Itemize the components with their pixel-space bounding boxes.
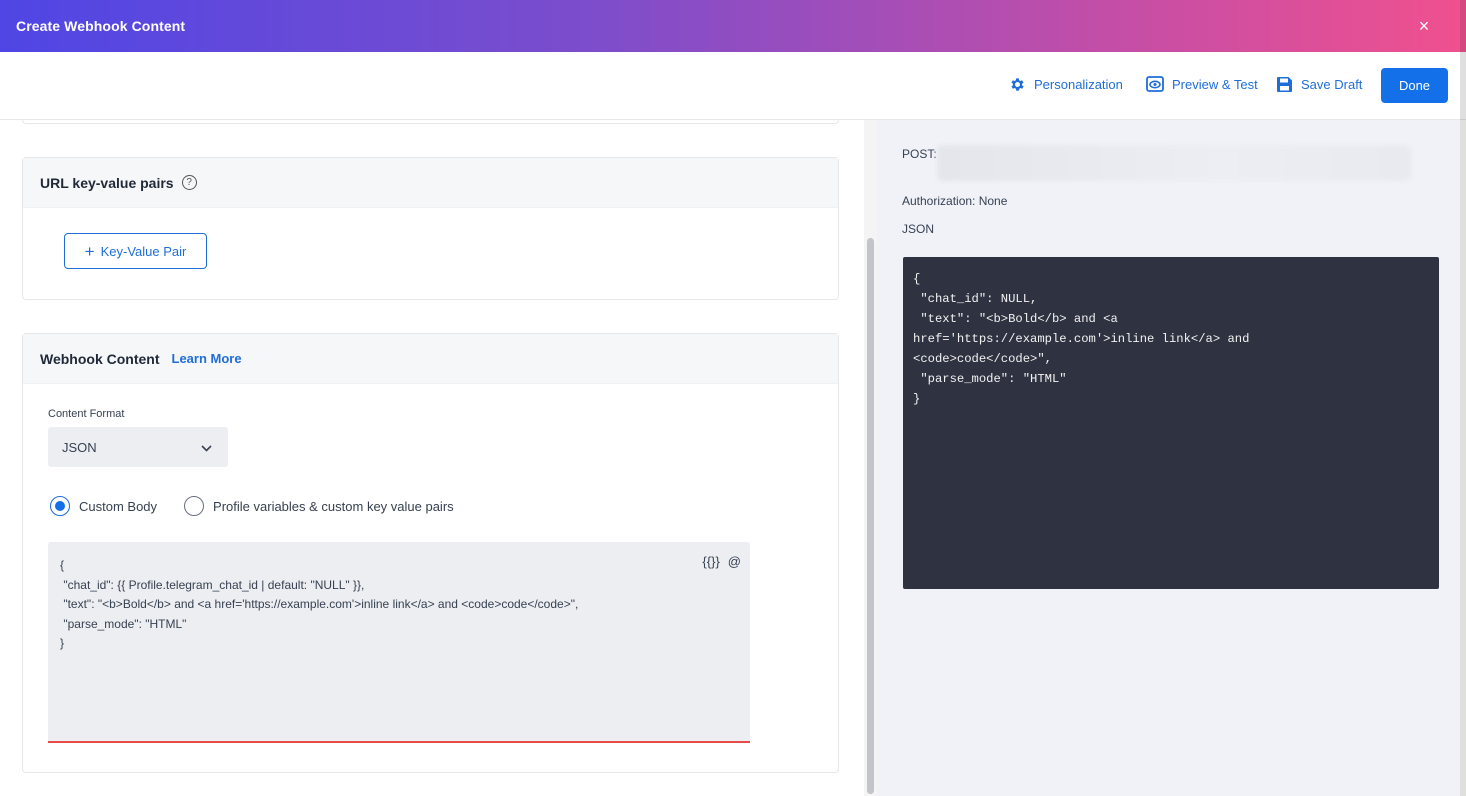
radio-profile-variables[interactable]: Profile variables & custom key value pai… [184,496,454,516]
preview-test-label: Preview & Test [1172,76,1258,92]
radio-custom-body-label: Custom Body [79,498,158,514]
code-line: "chat_id": NULL, [913,292,1038,306]
done-button[interactable]: Done [1381,68,1448,103]
content-format-label: Content Format [48,408,125,420]
format-text: JSON [902,222,935,236]
code-line: "text": "<b>Bold</b> and <a [913,312,1118,326]
help-icon[interactable]: ? [181,175,197,190]
editor-toolbar: {{}} @ [702,552,741,572]
add-key-value-pair-label: Key-Value Pair [100,243,187,259]
redacted-url [937,145,1411,181]
code-line: <code>code</code>", [913,352,1052,366]
editor-line: "text": "<b>Bold</b> and <a href='https:… [60,597,579,612]
personalization-button[interactable]: Personalization [1009,76,1123,93]
editor-line: "parse_mode": "HTML" [60,616,187,631]
personalization-label: Personalization [1034,77,1123,92]
content-format-value: JSON [62,439,97,455]
eye-icon [1146,76,1164,92]
preview-panel: POST: Authorization: None JSON { "chat_i… [877,120,1460,796]
editor-line: "chat_id": {{ Profile.telegram_chat_id |… [60,577,365,592]
mention-icon[interactable]: @ [728,552,741,572]
body-type-radio-group: Custom Body Profile variables & custom k… [50,496,454,516]
save-draft-label: Save Draft [1301,77,1363,92]
editor-line: } [60,636,65,651]
custom-body-editor[interactable]: {{}} @ { "chat_id": {{ Profile.telegram_… [48,542,750,743]
webhook-content-header: Webhook Content Learn More [23,334,838,384]
previous-card-bottom [22,120,839,124]
json-preview-code: { "chat_id": NULL, "text": "<b>Bold</b> … [903,257,1439,589]
window-edge [1460,0,1466,796]
webhook-content-title: Webhook Content [40,350,160,367]
chevron-down-icon [201,440,212,455]
code-line: } [913,392,921,406]
url-pairs-title: URL key-value pairs [40,174,174,191]
content-format-select[interactable]: JSON [48,427,228,467]
webhook-content-card: Webhook Content Learn More Content Forma… [22,333,839,773]
code-line: { [913,272,921,286]
plus-icon: + [84,241,95,261]
learn-more-link[interactable]: Learn More [172,351,242,366]
modal-header: Create Webhook Content × [0,0,1466,52]
preview-test-button[interactable]: Preview & Test [1146,76,1258,92]
scrollbar-thumb[interactable] [867,238,874,794]
request-method: POST: [902,147,937,161]
code-line: "parse_mode": "HTML" [913,372,1067,386]
insert-liquid-tag-icon[interactable]: {{}} [702,552,719,572]
authorization-text: Authorization: None [902,194,1008,208]
close-icon[interactable]: × [1414,16,1434,36]
save-draft-button[interactable]: Save Draft [1276,76,1362,93]
save-icon [1276,76,1293,93]
radio-custom-body[interactable]: Custom Body [50,496,157,516]
code-line: href='https://example.com'>inline link</… [913,332,1250,346]
left-panel: URL key-value pairs ? + Key-Value Pair W… [0,120,864,796]
gear-icon [1009,76,1026,93]
modal-title: Create Webhook Content [16,18,186,34]
add-key-value-pair-button[interactable]: + Key-Value Pair [64,233,207,269]
radio-profile-variables-label: Profile variables & custom key value pai… [213,498,454,514]
url-pairs-header: URL key-value pairs ? [23,158,838,208]
toolbar: Personalization Preview & Test Save Draf… [0,52,1466,120]
radio-button-unchecked[interactable] [184,496,205,516]
editor-line: { [60,558,65,572]
webhook-modal: Create Webhook Content × Personalization… [0,0,1466,796]
url-pairs-card: URL key-value pairs ? + Key-Value Pair [22,157,839,300]
radio-button-checked[interactable] [50,496,70,516]
